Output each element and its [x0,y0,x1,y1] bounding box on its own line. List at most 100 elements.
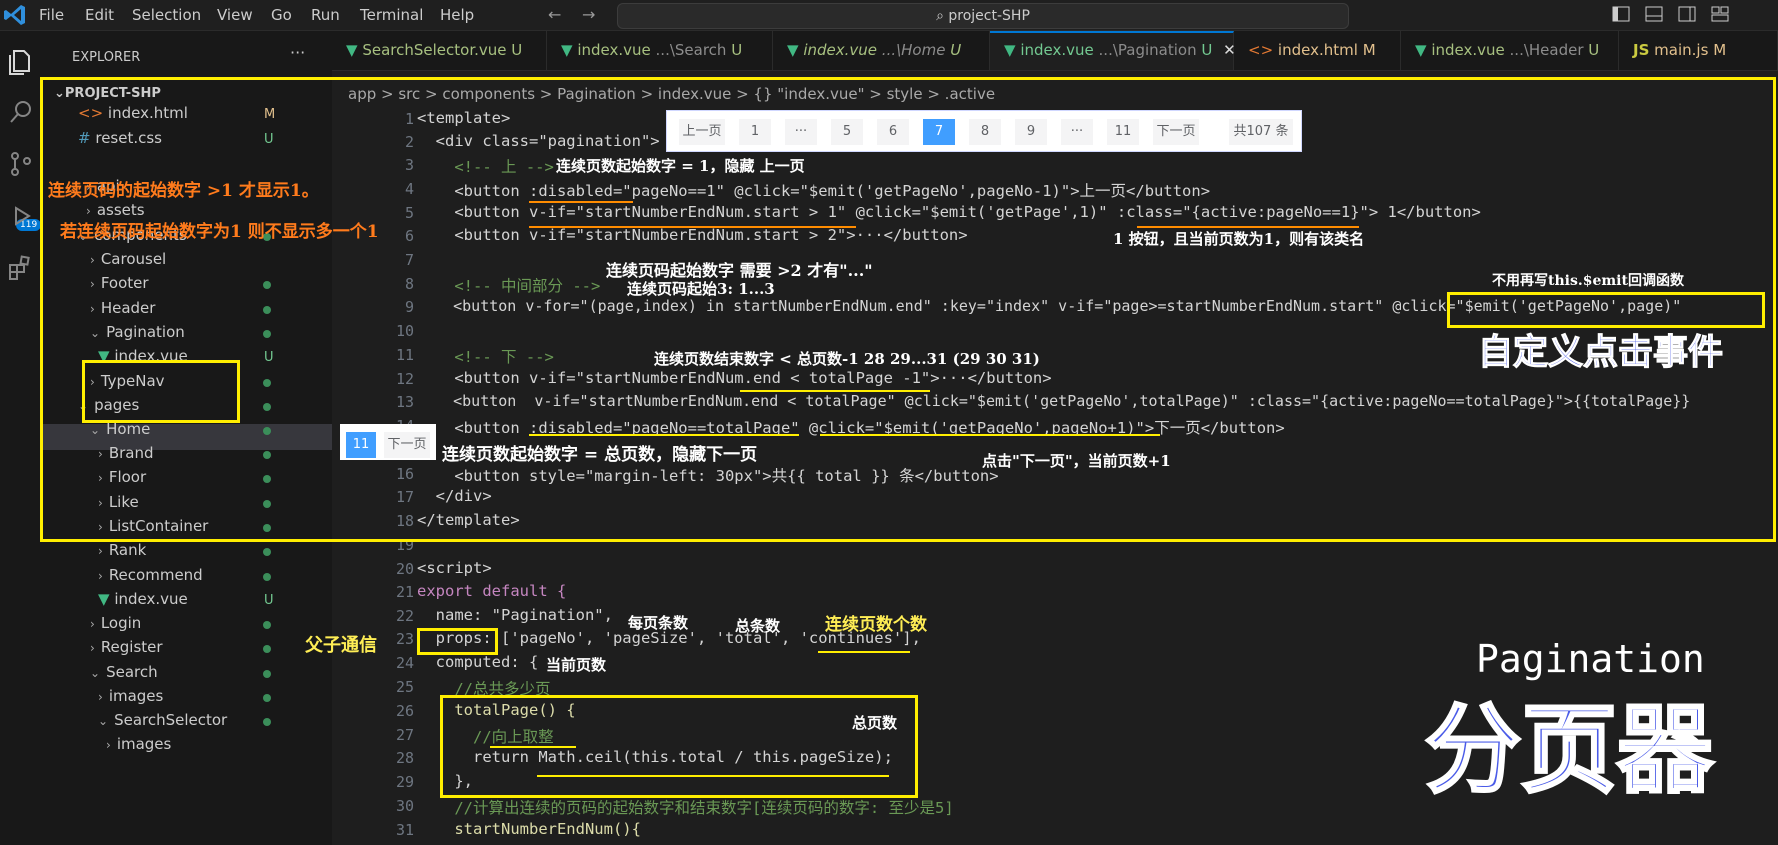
note: 总页数 [852,714,898,732]
tree-item-brand[interactable]: › Brand [98,444,154,462]
code-line[interactable]: <!-- 上 --> [417,155,554,177]
menu-edit[interactable]: Edit [85,6,114,24]
tab-index-html[interactable]: <> index.html M [1234,31,1401,70]
tab-index-vue-home[interactable]: ▼ index.vue ...\Home U [773,31,990,70]
command-center-search[interactable]: ⌕ project-SHP [617,3,1349,29]
tree-item-recommend[interactable]: › Recommend [98,566,203,584]
page-button-active[interactable]: 7 [923,119,955,145]
menu-selection[interactable]: Selection [132,6,201,24]
toggle-secondary-sidebar-icon[interactable] [1678,6,1696,22]
page-button[interactable]: 5 [831,119,863,145]
tree-item-login[interactable]: › Login [90,614,141,632]
tab-index-vue-header[interactable]: ▼ index.vue ...\Header U [1401,31,1619,70]
tree-item-pagination-index-vue[interactable]: ▼ index.vue [98,347,188,365]
tree-item-footer[interactable]: › Footer [90,274,149,292]
code-line[interactable]: <!-- 中间部分 --> [417,274,600,296]
tree-item-pagination[interactable]: ⌄ Pagination [90,323,185,341]
menu-help[interactable]: Help [440,6,474,24]
modified-dot [263,573,271,581]
tree-item-carousel[interactable]: › Carousel [90,250,166,268]
tree-item-pages[interactable]: ⌄ pages [78,396,139,414]
code-line[interactable]: <button v-if="startNumberEndNum.start > … [417,203,1481,221]
menu-go[interactable]: Go [271,6,292,24]
note: 点击"下一页"，当前页数+1 [982,452,1171,470]
customize-layout-icon[interactable] [1711,6,1729,22]
tab-searchselector-vue[interactable]: ▼ SearchSelector.vue U [332,31,547,70]
tree-item-reset-css[interactable]: # reset.css [78,129,162,147]
code-line[interactable]: <button style="margin-left: 30px">共{{ to… [417,464,998,486]
tree-item-like[interactable]: › Like [98,493,139,511]
tab-index-vue-search[interactable]: ▼ index.vue ...\Search U [547,31,773,70]
menu-file[interactable]: File [39,6,64,24]
toggle-panel-icon[interactable] [1645,6,1663,22]
next-page-button-disabled[interactable]: 下一页 [384,432,430,458]
code-line[interactable]: computed: { [417,653,539,671]
explorer-icon[interactable] [6,45,36,75]
menu-view[interactable]: View [217,6,253,24]
tree-item-typenav[interactable]: › TypeNav [90,372,165,390]
modified-dot [263,427,271,435]
tab-index-vue-pagination[interactable]: ▼ index.vue ...\Pagination U ✕ [990,31,1236,70]
project-root[interactable]: ⌄PROJECT-SHP [54,86,161,101]
tree-item-index-html[interactable]: <> index.html [78,104,188,122]
code-line[interactable]: </div> [417,487,492,505]
page-button[interactable]: 6 [877,119,909,145]
tree-item-home[interactable]: ⌄ Home [90,420,150,438]
tree-item-search[interactable]: ⌄ Search [90,663,158,681]
search-icon[interactable] [6,97,36,127]
tree-item-rank[interactable]: › Rank [98,541,146,559]
code-line[interactable]: <button v-if="startNumberEndNum.end < to… [417,369,1051,387]
underline [529,434,799,436]
tree-item-floor[interactable]: › Floor [98,468,146,486]
code-line[interactable]: </template> [417,511,520,529]
code-line[interactable]: }, [417,772,473,790]
back-arrow-icon[interactable]: ← [548,5,561,24]
next-page-button[interactable]: 下一页 [1153,119,1199,145]
total-count-button[interactable]: 共107 条 [1229,119,1293,145]
note: 连续页数个数 [825,615,927,635]
status-badge: U [264,350,274,365]
tree-item-header[interactable]: › Header [90,299,155,317]
tree-item-images[interactable]: › images [98,687,163,705]
tree-item-searchselector[interactable]: ⌄ SearchSelector [98,711,227,729]
code-line[interactable]: //总共多少页 [417,677,550,699]
source-control-icon[interactable] [6,149,36,179]
forward-arrow-icon[interactable]: → [582,5,595,24]
code-line[interactable]: export default { [417,582,566,600]
more-actions-icon[interactable]: ··· [290,43,305,62]
page-button[interactable]: 1 [739,119,771,145]
code-line[interactable]: <button :disabled="pageNo==1" @click="$e… [417,179,1210,201]
extensions-icon[interactable] [6,253,36,283]
code-line[interactable]: name: "Pagination", [417,606,613,624]
ellipsis-button[interactable]: ··· [1061,119,1093,145]
code-line[interactable]: return Math.ceil(this.total / this.pageS… [417,748,893,766]
code-line[interactable]: <script> [417,559,492,577]
page-button[interactable]: 11 [1107,119,1139,145]
menu-run[interactable]: Run [311,6,340,24]
run-debug-icon[interactable] [6,201,36,231]
tree-item-listcontainer[interactable]: › ListContainer [98,517,208,535]
code-line[interactable]: //向上取整 [417,725,554,747]
code-line[interactable]: <template> [417,109,510,127]
code-line[interactable]: totalPage() { [417,701,575,719]
menu-terminal[interactable]: Terminal [360,6,423,24]
code-line[interactable]: <button v-if="startNumberEndNum.start > … [417,226,967,244]
ellipsis-button[interactable]: ··· [785,119,817,145]
code-line[interactable]: startNumberEndNum(){ [417,820,641,838]
code-line[interactable]: <button v-if="startNumberEndNum.end < to… [417,392,1690,410]
tree-item-register[interactable]: › Register [90,638,163,656]
line-number: 27 [395,726,414,744]
code-line[interactable]: <button v-for="(page,index) in startNumb… [417,297,1681,315]
page-button-active[interactable]: 11 [346,432,376,458]
page-button[interactable]: 9 [1015,119,1047,145]
code-line[interactable]: <div class="pagination"> [417,132,660,150]
tab-main-js[interactable]: JS main.js M [1619,31,1778,70]
toggle-sidebar-icon[interactable] [1612,6,1630,22]
code-line[interactable]: <!-- 下 --> [417,345,554,367]
page-button[interactable]: 8 [969,119,1001,145]
prev-page-button[interactable]: 上一页 [679,119,725,145]
tree-item-home-index-vue[interactable]: ▼ index.vue [98,590,188,608]
breadcrumb[interactable]: app > src > components > Pagination > in… [348,85,995,103]
tree-item-images-2[interactable]: › images [106,735,171,753]
code-line[interactable]: //计算出连续的页码的起始数字和结束数字[连续页码的数字: 至少是5] [417,796,953,818]
